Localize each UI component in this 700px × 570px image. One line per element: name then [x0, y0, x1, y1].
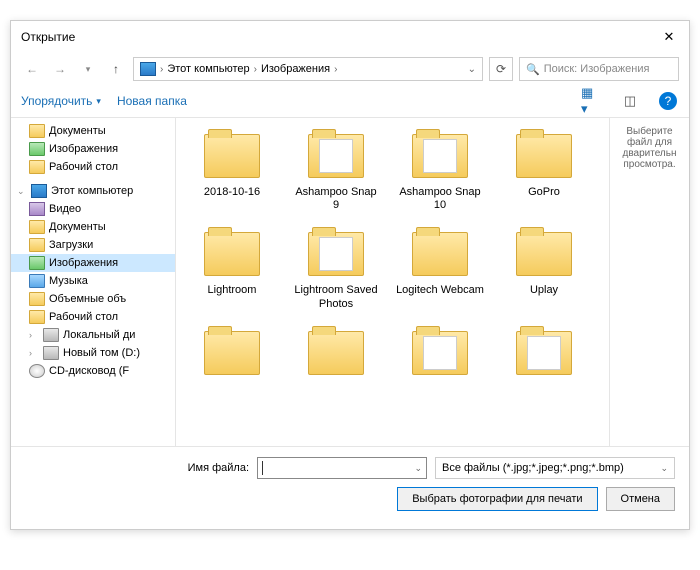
- folder-item[interactable]: [496, 323, 592, 383]
- chevron-down-icon: ⌄: [660, 463, 668, 474]
- expand-icon: ›: [29, 330, 39, 340]
- tree-music[interactable]: Музыка: [11, 272, 175, 290]
- folder-item[interactable]: Ashampoo Snap 9: [288, 126, 384, 216]
- address-bar[interactable]: › Этот компьютер › Изображения › ⌄: [133, 57, 483, 81]
- dialog-body: Документы Изображения Рабочий стол ⌄Этот…: [11, 118, 689, 446]
- folder-item[interactable]: GoPro: [496, 126, 592, 216]
- pc-icon: [140, 62, 156, 76]
- tree-local-disk[interactable]: ›Локальный ди: [11, 326, 175, 344]
- folder-item[interactable]: Logitech Webcam: [392, 224, 488, 314]
- filename-label: Имя файла:: [188, 462, 249, 474]
- folder-item[interactable]: [184, 323, 280, 383]
- preview-hint: Выберите файл для дварительн просмотра.: [622, 126, 676, 170]
- folder-item[interactable]: 2018-10-16: [184, 126, 280, 216]
- chevron-right-icon: ›: [334, 64, 337, 75]
- search-placeholder: Поиск: Изображения: [544, 63, 650, 75]
- navbar: ← → ▾ ↑ › Этот компьютер › Изображения ›…: [11, 53, 689, 85]
- chevron-right-icon: ›: [254, 64, 257, 75]
- nav-tree: Документы Изображения Рабочий стол ⌄Этот…: [11, 118, 176, 446]
- window-title: Открытие: [21, 30, 659, 44]
- titlebar: Открытие ✕: [11, 21, 689, 53]
- toolbar: Упорядочить ▾ Новая папка ▦ ▾ ◫ ?: [11, 85, 689, 118]
- folder-item[interactable]: Uplay: [496, 224, 592, 314]
- search-icon: 🔍: [526, 63, 540, 76]
- open-file-dialog: Открытие ✕ ← → ▾ ↑ › Этот компьютер › Из…: [10, 20, 690, 530]
- folder-item[interactable]: Lightroom: [184, 224, 280, 314]
- content-area: 2018-10-16 Ashampoo Snap 9 Ashampoo Snap…: [176, 118, 689, 446]
- tree-this-pc[interactable]: ⌄Этот компьютер: [11, 182, 175, 200]
- folder-item[interactable]: [288, 323, 384, 383]
- filename-input[interactable]: ⌄: [257, 457, 427, 479]
- tree-downloads[interactable]: Загрузки: [11, 236, 175, 254]
- tree-new-volume[interactable]: ›Новый том (D:): [11, 344, 175, 362]
- tree-cd-drive[interactable]: CD-дисковод (F: [11, 362, 175, 380]
- view-button[interactable]: ▦ ▾: [581, 91, 603, 111]
- preview-pane-button[interactable]: ◫: [619, 91, 641, 111]
- tree-documents-2[interactable]: Документы: [11, 218, 175, 236]
- collapse-icon: ⌄: [17, 186, 27, 197]
- folder-item[interactable]: Lightroom Saved Photos: [288, 224, 384, 314]
- tree-documents[interactable]: Документы: [11, 122, 175, 140]
- bottom-bar: Имя файла: ⌄ Все файлы (*.jpg;*.jpeg;*.p…: [11, 446, 689, 529]
- recent-dropdown[interactable]: ▾: [77, 58, 99, 80]
- address-dropdown[interactable]: ⌄: [468, 64, 476, 75]
- expand-icon: ›: [29, 348, 39, 358]
- new-folder-button[interactable]: Новая папка: [117, 94, 187, 108]
- folder-item[interactable]: [392, 323, 488, 383]
- search-input[interactable]: 🔍 Поиск: Изображения: [519, 57, 679, 81]
- tree-desktop[interactable]: Рабочий стол: [11, 158, 175, 176]
- help-button[interactable]: ?: [657, 91, 679, 111]
- refresh-button[interactable]: ⟳: [489, 57, 513, 81]
- breadcrumb-folder[interactable]: Изображения: [261, 63, 330, 75]
- chevron-down-icon: ▾: [96, 96, 101, 107]
- chevron-down-icon[interactable]: ⌄: [414, 463, 422, 474]
- forward-button[interactable]: →: [49, 58, 71, 80]
- back-button[interactable]: ←: [21, 58, 43, 80]
- file-grid: 2018-10-16 Ashampoo Snap 9 Ashampoo Snap…: [176, 118, 609, 446]
- close-button[interactable]: ✕: [659, 29, 679, 45]
- preview-pane: Выберите файл для дварительн просмотра.: [609, 118, 689, 446]
- tree-pictures[interactable]: Изображения: [11, 140, 175, 158]
- breadcrumb-root[interactable]: Этот компьютер: [167, 63, 249, 75]
- chevron-right-icon: ›: [160, 64, 163, 75]
- tree-3d-objects[interactable]: Объемные объ: [11, 290, 175, 308]
- filetype-filter[interactable]: Все файлы (*.jpg;*.jpeg;*.png;*.bmp) ⌄: [435, 457, 675, 479]
- up-button[interactable]: ↑: [105, 58, 127, 80]
- tree-video[interactable]: Видео: [11, 200, 175, 218]
- open-button[interactable]: Выбрать фотографии для печати: [397, 487, 597, 511]
- tree-pictures-2[interactable]: Изображения: [11, 254, 175, 272]
- tree-desktop-2[interactable]: Рабочий стол: [11, 308, 175, 326]
- organize-button[interactable]: Упорядочить ▾: [21, 94, 101, 108]
- cancel-button[interactable]: Отмена: [606, 487, 675, 511]
- folder-item[interactable]: Ashampoo Snap 10: [392, 126, 488, 216]
